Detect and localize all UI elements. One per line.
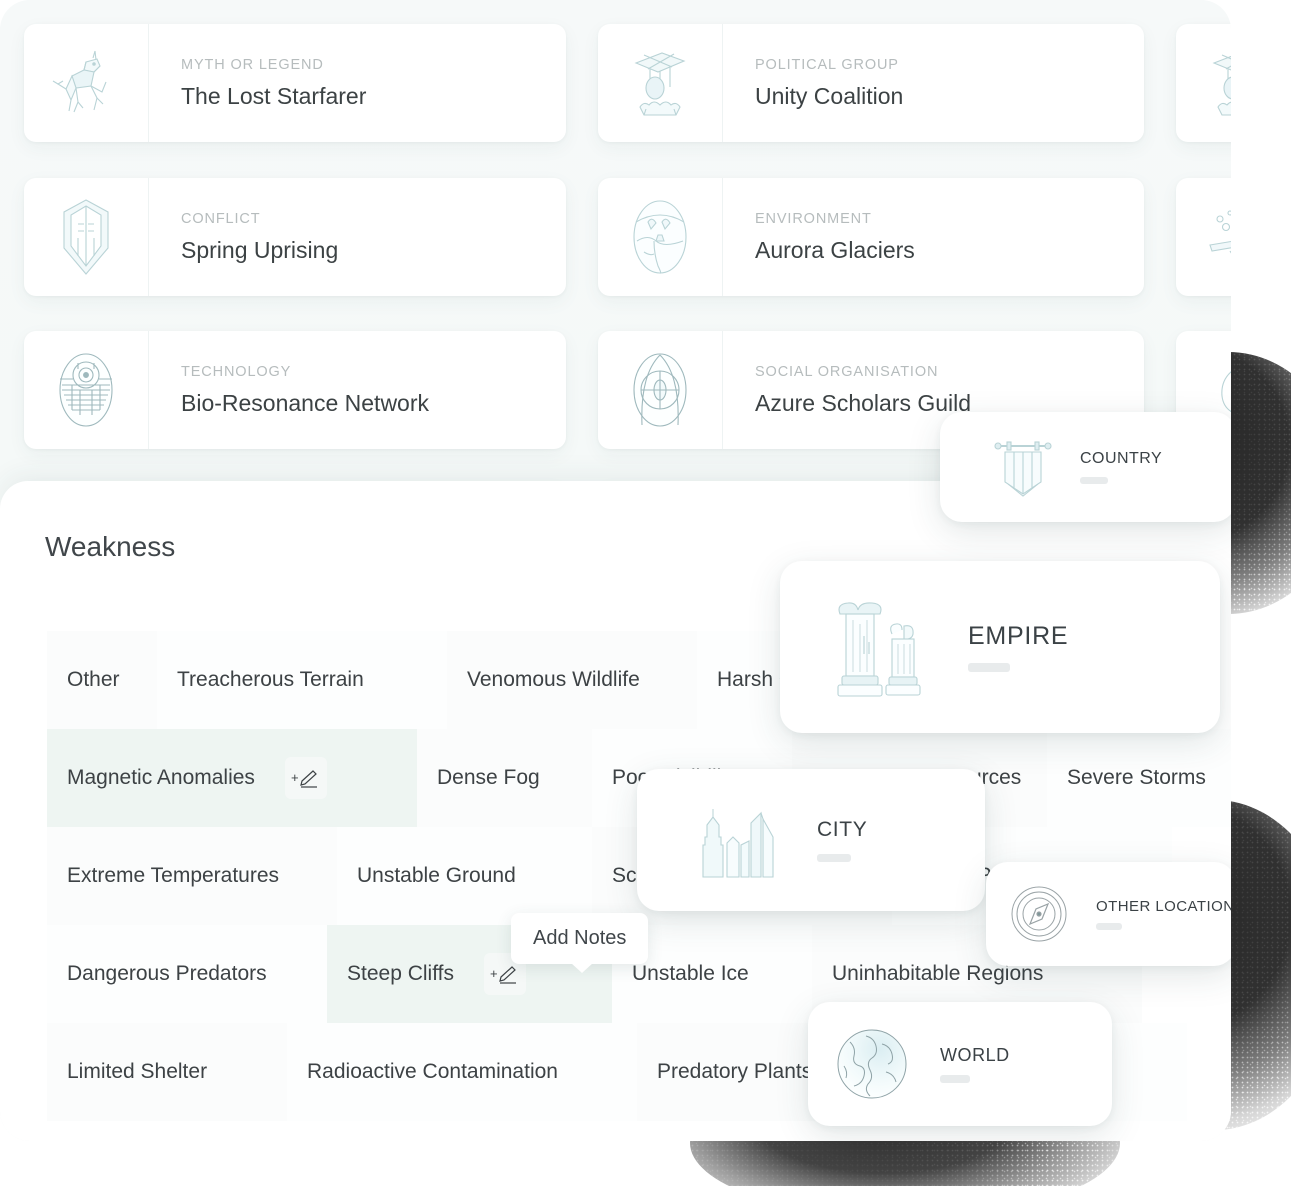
entity-card[interactable] bbox=[1176, 178, 1231, 296]
add-notes-tooltip: Add Notes bbox=[511, 913, 649, 973]
compass-icon bbox=[1008, 883, 1070, 945]
entity-card-name: Spring Uprising bbox=[181, 236, 339, 263]
entity-card-kind: ENVIRONMENT bbox=[755, 210, 872, 227]
compass-rose-icon bbox=[598, 331, 723, 449]
type-chip-other-location[interactable]: OTHER LOCATION bbox=[986, 862, 1231, 966]
svg-text:+: + bbox=[291, 770, 299, 785]
mobile-sculpture-icon bbox=[1176, 24, 1231, 142]
app-panel: MYTH OR LEGEND The Lost Starfarer POLITI… bbox=[0, 0, 1231, 1141]
weakness-tag-label: Steep Cliffs bbox=[347, 962, 454, 985]
type-chip-city[interactable]: CITY bbox=[637, 769, 985, 911]
entity-card-kind: MYTH OR LEGEND bbox=[181, 56, 324, 73]
entity-card-kind: POLITICAL GROUP bbox=[755, 56, 899, 73]
weakness-tag-label: Predatory Plants bbox=[657, 1060, 813, 1083]
skyline-icon bbox=[699, 797, 791, 883]
screenshot-root: MYTH OR LEGEND The Lost Starfarer POLITI… bbox=[0, 0, 1291, 1186]
entity-card-kind: TECHNOLOGY bbox=[181, 363, 292, 380]
weakness-tag-label: Unstable Ground bbox=[357, 864, 516, 887]
weakness-tag-label: Radioactive Contamination bbox=[307, 1060, 558, 1083]
type-chip-country[interactable]: COUNTRY bbox=[940, 412, 1231, 522]
add-notes-button[interactable]: + bbox=[284, 757, 327, 799]
weakness-tag[interactable]: Dense Fog bbox=[417, 729, 592, 827]
placeholder-bar bbox=[968, 663, 1010, 672]
entity-card-name: Bio-Resonance Network bbox=[181, 389, 430, 416]
weakness-tag-label: Extreme Temperatures bbox=[67, 864, 280, 887]
circuit-orb-icon bbox=[24, 331, 149, 449]
weakness-tag[interactable]: Radioactive Contamination bbox=[287, 1023, 637, 1121]
weakness-tag-label: Dangerous Predators bbox=[67, 962, 267, 985]
entity-card[interactable]: POLITICAL GROUP Unity Coalition bbox=[598, 24, 1144, 142]
entity-card-name: Unity Coalition bbox=[755, 82, 904, 109]
type-chip-world[interactable]: WORLD bbox=[808, 1002, 1112, 1126]
entity-card-name: Aurora Glaciers bbox=[755, 236, 915, 263]
unicorn-icon bbox=[24, 24, 149, 142]
entity-card[interactable]: TECHNOLOGY Bio-Resonance Network bbox=[24, 331, 566, 449]
weakness-tag-label: Venomous Wildlife bbox=[467, 668, 640, 691]
glacier-icon bbox=[598, 178, 723, 296]
placeholder-bar bbox=[1096, 923, 1122, 930]
weakness-tag[interactable]: Extreme Temperatures bbox=[47, 827, 337, 925]
weakness-tag-label: Other bbox=[67, 668, 120, 691]
type-chip-label: COUNTRY bbox=[1080, 450, 1163, 467]
globe-icon bbox=[830, 1022, 914, 1106]
weakness-tag-label: Unstable Ice bbox=[632, 962, 749, 985]
weakness-tag[interactable]: Unstable Ground bbox=[337, 827, 592, 925]
weakness-tag[interactable]: Venomous Wildlife bbox=[447, 631, 697, 729]
placeholder-bar bbox=[817, 854, 851, 862]
entity-card[interactable]: MYTH OR LEGEND The Lost Starfarer bbox=[24, 24, 566, 142]
sparkle-bar-icon bbox=[1176, 178, 1231, 296]
weakness-tag[interactable]: Magnetic Anomalies + bbox=[47, 729, 417, 827]
weakness-tag-label: Treacherous Terrain bbox=[177, 668, 364, 691]
entity-card-kind: SOCIAL ORGANISATION bbox=[755, 363, 939, 380]
entity-card[interactable]: CONFLICT Spring Uprising bbox=[24, 178, 566, 296]
entity-card[interactable] bbox=[1176, 24, 1231, 142]
weakness-tag[interactable]: Severe Storms bbox=[1047, 729, 1231, 827]
banner-flag-icon bbox=[992, 434, 1054, 500]
entity-card[interactable]: ENVIRONMENT Aurora Glaciers bbox=[598, 178, 1144, 296]
weakness-tag-label: Magnetic Anomalies bbox=[67, 766, 255, 789]
type-chip-label: CITY bbox=[817, 818, 868, 841]
weakness-tag[interactable]: Treacherous Terrain bbox=[157, 631, 447, 729]
weakness-tag-label: Dense Fog bbox=[437, 766, 540, 789]
placeholder-bar bbox=[940, 1075, 970, 1083]
type-chip-empire[interactable]: EMPIRE bbox=[780, 561, 1220, 733]
placeholder-bar bbox=[1080, 477, 1108, 484]
type-chip-label: OTHER LOCATION bbox=[1096, 898, 1231, 915]
page-title: Weakness bbox=[45, 531, 176, 562]
weakness-tag[interactable]: Other bbox=[47, 631, 157, 729]
shield-icon bbox=[24, 178, 149, 296]
type-chip-label: EMPIRE bbox=[968, 622, 1069, 650]
entity-card-name: The Lost Starfarer bbox=[181, 82, 367, 109]
columns-icon bbox=[822, 592, 942, 702]
type-chip-label: WORLD bbox=[940, 1045, 1010, 1065]
weakness-tag[interactable]: Dangerous Predators bbox=[47, 925, 327, 1023]
weakness-tag-label: Limited Shelter bbox=[67, 1060, 208, 1083]
entity-card-kind: CONFLICT bbox=[181, 210, 261, 227]
mobile-sculpture-icon bbox=[598, 24, 723, 142]
weakness-tag[interactable]: Limited Shelter bbox=[47, 1023, 287, 1121]
svg-text:+: + bbox=[490, 966, 498, 981]
weakness-tag-label: Severe Storms bbox=[1067, 766, 1206, 789]
